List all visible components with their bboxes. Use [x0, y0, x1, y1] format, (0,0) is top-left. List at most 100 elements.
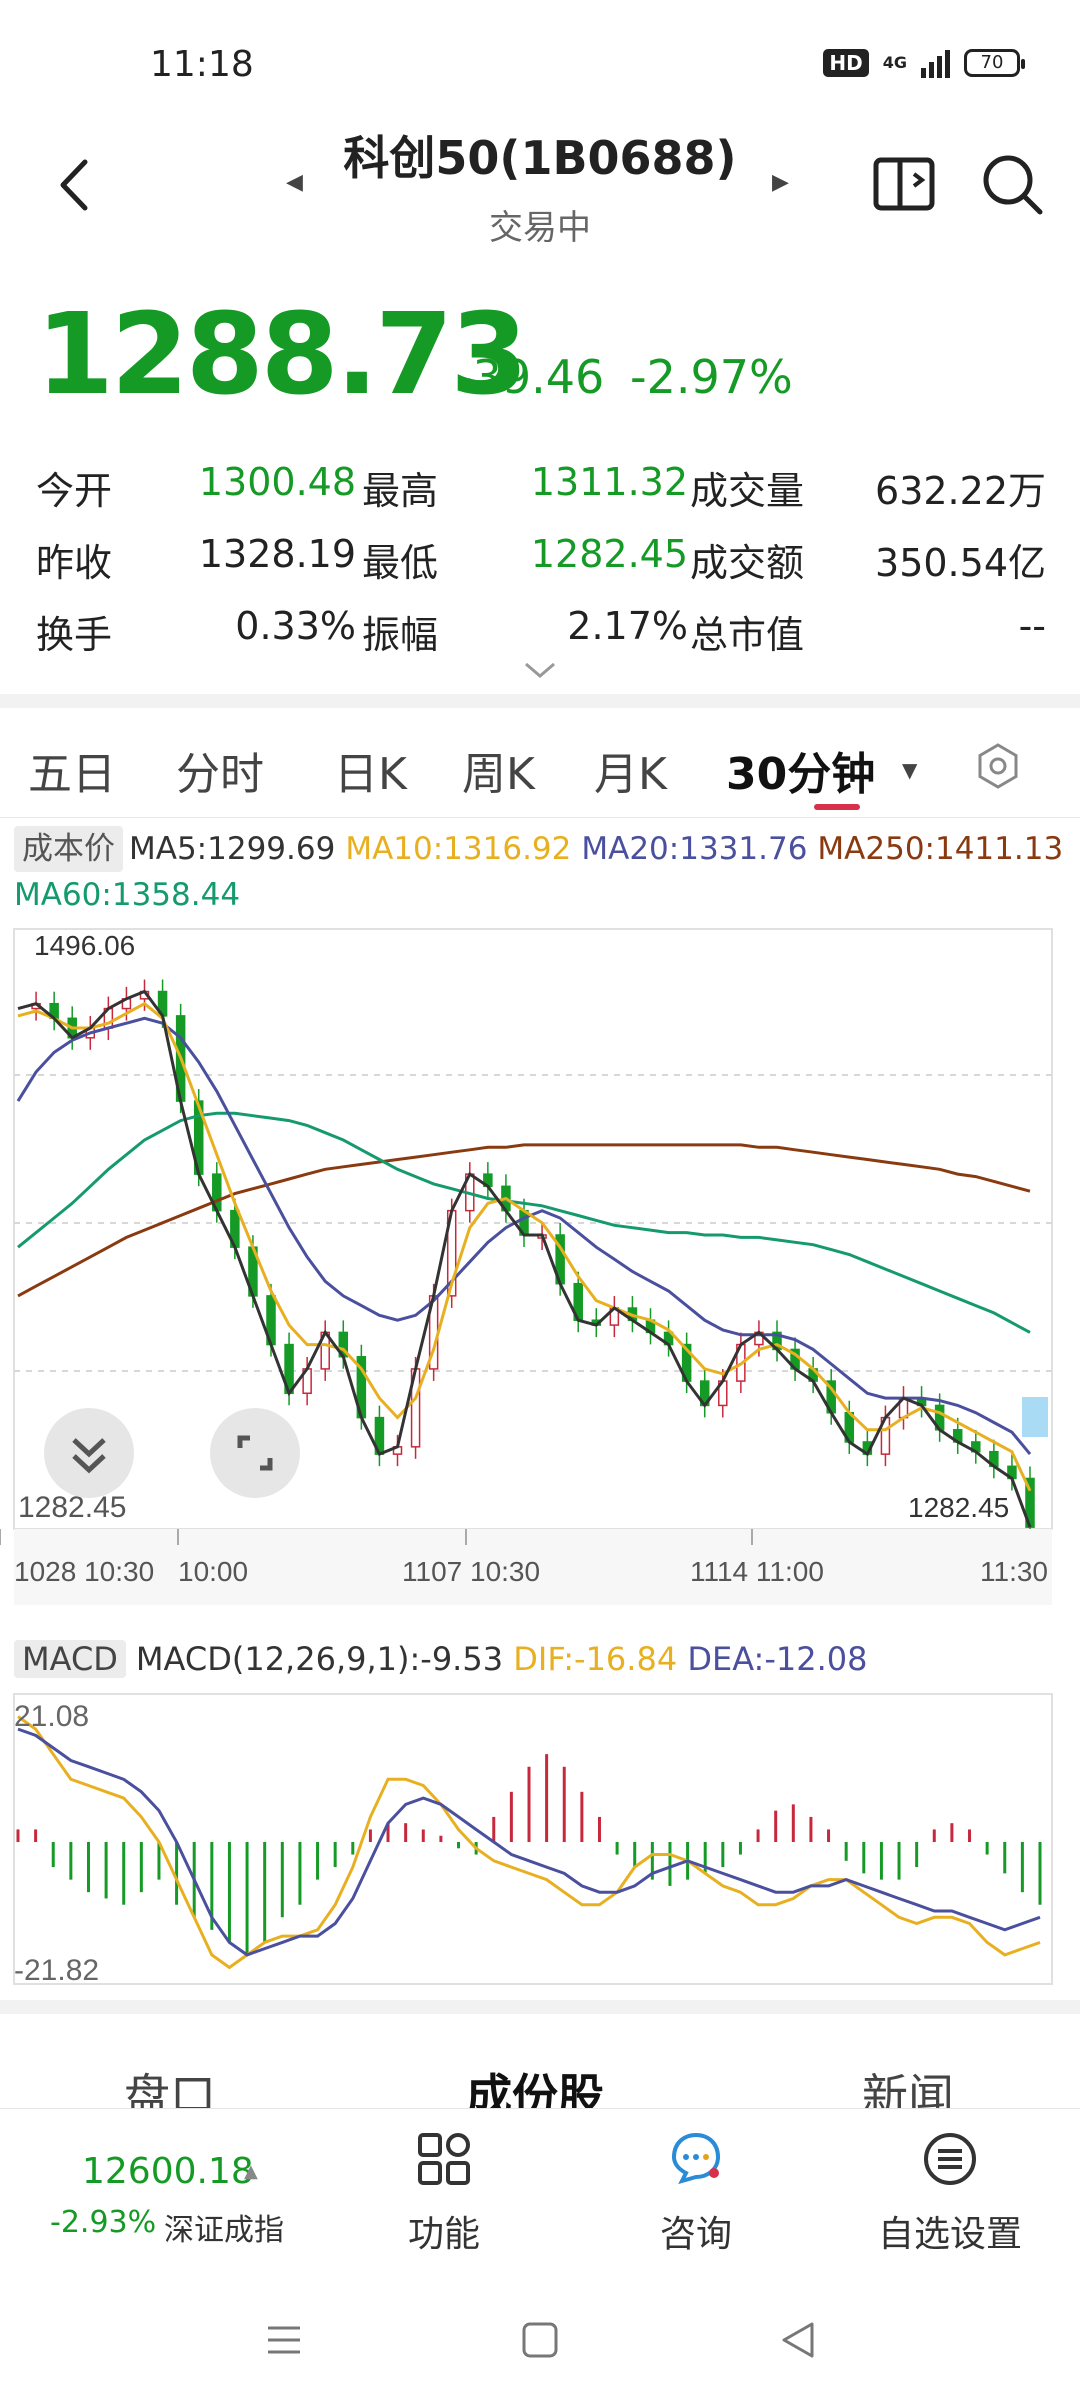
tab-order-book[interactable]: 盘口	[124, 2060, 216, 2110]
x-axis-label: 10:00	[178, 1556, 248, 1587]
watchlist-settings-button[interactable]: 自选设置	[860, 2129, 1040, 2257]
function-button[interactable]: 功能	[354, 2129, 534, 2257]
next-stock-arrow-icon[interactable]: ▶	[772, 170, 789, 195]
layout-switch-icon[interactable]	[870, 150, 940, 220]
stat-label: 成交量	[690, 469, 805, 513]
stat-value: 632.22万	[875, 469, 1046, 513]
status-icons: HD 4G 70	[823, 48, 1025, 78]
max-price-label: 1496.06	[34, 930, 135, 961]
status-time: 11:18	[150, 44, 254, 85]
stat-value: --	[1018, 604, 1046, 648]
ma10-legend: MA10:1316.92	[345, 831, 572, 867]
section-divider	[0, 694, 1080, 708]
back-icon[interactable]	[776, 2318, 820, 2362]
status-bar: 11:18 HD 4G 70	[0, 0, 1080, 120]
dif-value: DIF:-16.84	[513, 1640, 678, 1678]
chart-period-tabs: 五日 分时 日K 周K 月K 30分钟 ▼	[0, 708, 1080, 818]
fullscreen-icon	[237, 1435, 273, 1471]
consult-button[interactable]: 咨询	[606, 2129, 786, 2257]
stat-label: 成交额	[690, 541, 805, 585]
function-label: 功能	[407, 2214, 480, 2255]
price-change: -39.46	[456, 350, 605, 404]
stat-label: 换手	[36, 613, 113, 657]
fullscreen-button[interactable]	[210, 1408, 300, 1498]
stats-grid: 今开 1300.48 最高 1311.32 成交量 632.22万 昨收 132…	[36, 460, 1046, 676]
tab-daily-k[interactable]: 日K	[334, 738, 407, 802]
candlestick-chart[interactable]: 1496.06 1282.45 1282.45 1028 10:30 10:00 1…	[0, 925, 1080, 1605]
ma250-legend: MA250:1411.13	[817, 831, 1064, 867]
ma60-legend: MA60:1358.44	[14, 877, 241, 913]
price-change-percent: -2.97%	[630, 350, 793, 404]
indicator-select-button[interactable]: MACD	[14, 1640, 126, 1678]
stat-value: 1282.45	[530, 532, 688, 576]
stat-label: 最低	[362, 541, 439, 585]
stat-label: 最高	[362, 469, 439, 513]
x-axis-label: 1028 10:30	[14, 1556, 154, 1587]
network-type: 4G	[882, 53, 907, 72]
ma5-line	[17, 989, 1032, 1528]
macd-frame	[13, 1693, 1053, 1985]
stat-label: 振幅	[362, 613, 439, 657]
menu-icon[interactable]	[262, 2318, 306, 2362]
index-value[interactable]: 12600.18	[82, 2151, 254, 2192]
system-nav-bar	[0, 2268, 1080, 2400]
tab-weekly-k[interactable]: 周K	[462, 738, 535, 802]
ma20-legend: MA20:1331.76	[581, 831, 808, 867]
signal-icon	[921, 48, 950, 78]
ma-legend: 成本价 MA5:1299.69 MA10:1316.92 MA20:1331.76 MA…	[14, 826, 1074, 918]
index-change-percent: -2.93%	[50, 2205, 157, 2240]
expand-chevron-icon[interactable]	[522, 660, 558, 682]
watchlist-settings-label: 自选设置	[877, 2214, 1022, 2255]
x-axis-label: 1114 11:00	[690, 1556, 824, 1587]
section-divider	[0, 2000, 1080, 2014]
stat-value: 2.17%	[567, 604, 688, 648]
header: 科创50(1B0688) 交易中 ◀ ▶	[0, 120, 1080, 260]
min-price-label: 1282.45	[908, 1492, 1009, 1523]
grid-icon	[418, 2133, 470, 2185]
search-icon[interactable]	[978, 150, 1048, 220]
chart-frame	[13, 928, 1053, 1530]
cost-price-button[interactable]: 成本价	[14, 826, 123, 872]
stat-value: 1300.48	[198, 460, 356, 504]
stat-value: 0.33%	[235, 604, 356, 648]
ma10-line	[17, 1001, 1032, 1492]
ma5-legend: MA5:1299.69	[129, 831, 336, 867]
dropdown-caret-icon[interactable]: ▼	[902, 758, 917, 782]
chat-bubble-icon	[671, 2132, 721, 2185]
stats-row: 今开 1300.48 最高 1311.32 成交量 632.22万	[36, 460, 1046, 532]
tab-five-day[interactable]: 五日	[28, 738, 116, 802]
double-chevron-down-icon	[72, 1438, 106, 1474]
consult-label: 咨询	[659, 2214, 732, 2255]
stat-value: 350.54亿	[875, 541, 1046, 585]
hd-icon: HD	[823, 49, 869, 77]
current-price: 1288.73	[36, 290, 528, 420]
tab-news[interactable]: 新闻	[862, 2060, 954, 2110]
x-axis-label: 1107 10:30	[402, 1556, 540, 1587]
tab-constituents[interactable]: 成份股	[466, 2060, 604, 2110]
chart-settings-icon[interactable]	[974, 742, 1022, 790]
macd-chart[interactable]: 21.08 -21.82	[0, 1690, 1080, 1990]
battery-icon: 70	[964, 49, 1025, 77]
stat-label: 今开	[36, 469, 113, 513]
detail-tabs: 盘口 成份股 新闻	[0, 2050, 1080, 2110]
home-icon[interactable]	[518, 2318, 562, 2362]
bottom-toolbar: 12600.18 ▲ -2.93% 深证成指 功能 咨询 自选设置	[0, 2108, 1080, 2268]
up-triangle-icon: ▲	[244, 2161, 258, 2182]
macd-legend: MACD MACD(12,26,9,1):-9.53 DIF:-16.84 DEA…	[14, 1640, 867, 1678]
stat-value: 1311.32	[530, 460, 688, 504]
collapse-indicators-button[interactable]	[44, 1408, 134, 1498]
menu-circle-icon	[924, 2133, 976, 2185]
index-name[interactable]: 深证成指	[164, 2205, 284, 2249]
tab-30-minute[interactable]: 30分钟	[726, 738, 875, 802]
tab-intraday[interactable]: 分时	[176, 738, 264, 802]
macd-top-label: 21.08	[14, 1700, 89, 1733]
active-tab-indicator	[814, 804, 860, 810]
dea-value: DEA:-12.08	[687, 1640, 868, 1678]
macd-value: MACD(12,26,9,1):-9.53	[135, 1640, 504, 1678]
stat-label: 昨收	[36, 541, 113, 585]
tab-monthly-k[interactable]: 月K	[594, 738, 667, 802]
current-price-marker	[1022, 1397, 1048, 1437]
stats-row: 昨收 1328.19 最低 1282.45 成交额 350.54亿	[36, 532, 1046, 604]
prev-stock-arrow-icon[interactable]: ◀	[286, 170, 303, 195]
macd-bottom-label: -21.82	[14, 1954, 99, 1987]
